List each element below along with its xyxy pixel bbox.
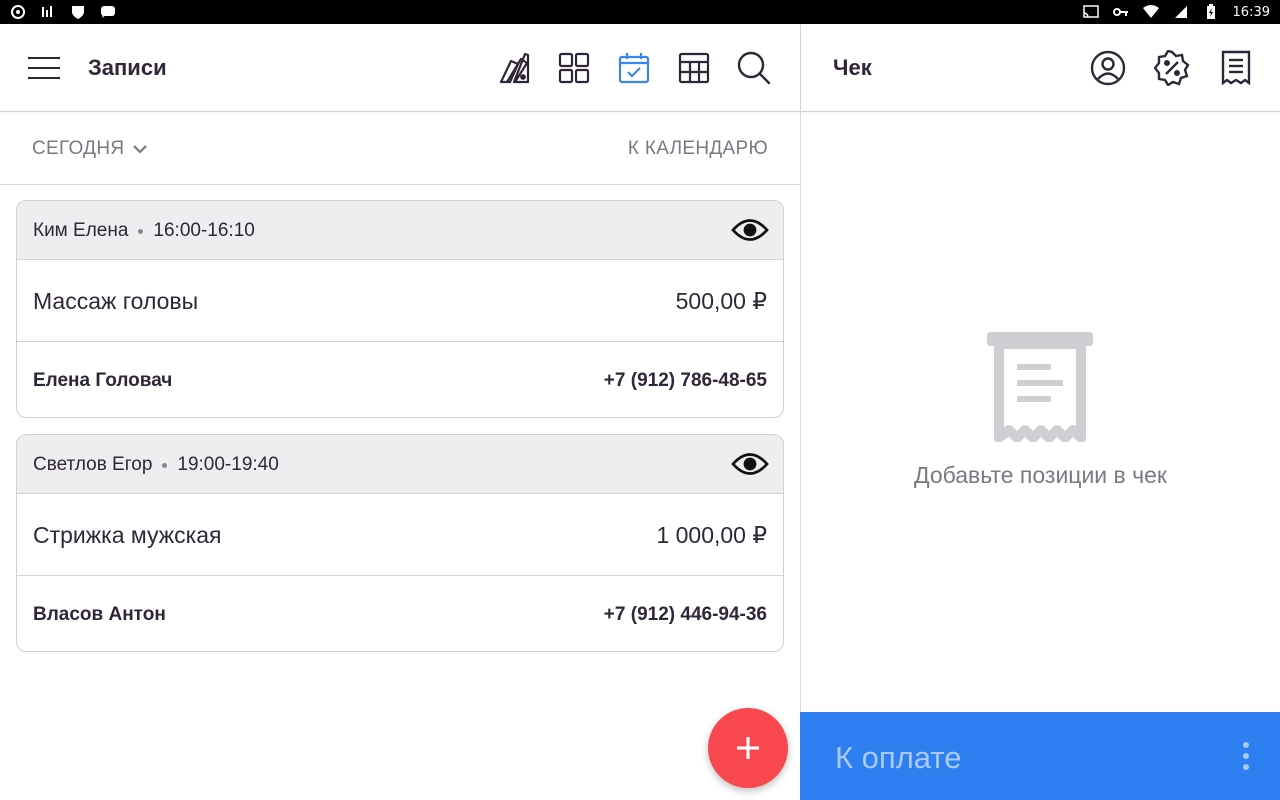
message-icon [100,4,116,20]
client-row: Елена Головач +7 (912) 786-48-65 [17,342,783,417]
service-price: 500,00 ₽ [675,288,767,314]
search-icon[interactable] [734,48,774,88]
client-name: Власов Антон [33,604,166,625]
service-name: Стрижка мужская [33,522,222,548]
appointment-time: 19:00-19:40 [177,454,279,475]
appointments-panel: Записи СЕГОДНЯ К КАЛЕНДАРЮ Ким Елена 16:… [0,24,800,800]
appointment-card[interactable]: Ким Елена 16:00-16:10 Массаж головы 500,… [16,200,784,418]
client-row: Власов Антон +7 (912) 446-94-36 [17,576,783,651]
pay-label: К оплате [835,740,962,775]
empty-receipt-text: Добавьте позиции в чек [913,462,1167,488]
empty-receipt-icon [985,330,1095,443]
swatch-book-icon[interactable] [494,48,534,88]
key-icon [1112,4,1129,20]
table-icon[interactable] [674,48,714,88]
receipt-list-icon[interactable] [1216,48,1256,88]
signal-icon [1173,4,1189,20]
plus-icon [737,737,759,759]
page-title: Записи [88,55,167,80]
wifi-icon [1142,4,1159,20]
separator-dot [162,462,168,468]
add-appointment-button[interactable] [708,708,788,788]
service-name: Массаж головы [33,288,199,314]
calendar-check-icon[interactable] [614,48,654,88]
client-phone: +7 (912) 446-94-36 [603,604,767,625]
battery-charging-icon [1203,4,1219,20]
today-label: СЕГОДНЯ [32,138,125,159]
client-name: Елена Головач [33,370,173,391]
eye-icon[interactable] [731,447,769,481]
client-phone: +7 (912) 786-48-65 [603,370,767,391]
status-bar: 16:39 [0,0,1280,24]
more-vertical-icon[interactable] [1242,742,1250,770]
menu-button[interactable] [26,53,62,83]
appointments-toolbar: Записи [0,24,800,112]
eye-icon[interactable] [731,213,769,247]
receipt-title: Чек [833,55,872,80]
grid-icon[interactable] [554,48,594,88]
cast-icon [1082,4,1099,20]
separator-dot [138,228,144,234]
signal-bars-icon [40,4,56,20]
pay-button[interactable]: К оплате [800,712,1280,800]
to-calendar-link[interactable]: К КАЛЕНДАРЮ [628,138,768,160]
chevron-down-icon [133,145,148,154]
user-circle-icon[interactable] [1088,48,1128,88]
appointment-time: 16:00-16:10 [153,220,255,241]
service-row: Массаж головы 500,00 ₽ [17,260,783,342]
date-filter-bar: СЕГОДНЯ К КАЛЕНДАРЮ [0,112,800,185]
appointment-card-header: Светлов Егор 19:00-19:40 [17,435,783,494]
discount-badge-icon[interactable] [1152,48,1192,88]
aperture-icon [10,4,26,20]
appointment-card-header: Ким Елена 16:00-16:10 [17,201,783,260]
clock: 16:39 [1232,4,1270,20]
service-price: 1 000,00 ₽ [656,522,767,548]
staff-name: Светлов Егор [33,454,153,475]
staff-name: Ким Елена [33,220,129,241]
service-row: Стрижка мужская 1 000,00 ₽ [17,494,783,576]
receipt-toolbar: Чек [801,24,1280,112]
receipt-panel: Чек Добавьте позиции в чек К оплате [800,24,1280,800]
today-dropdown[interactable]: СЕГОДНЯ [32,138,148,160]
shield-icon [70,4,86,20]
appointment-card[interactable]: Светлов Егор 19:00-19:40 Стрижка мужская… [16,434,784,652]
